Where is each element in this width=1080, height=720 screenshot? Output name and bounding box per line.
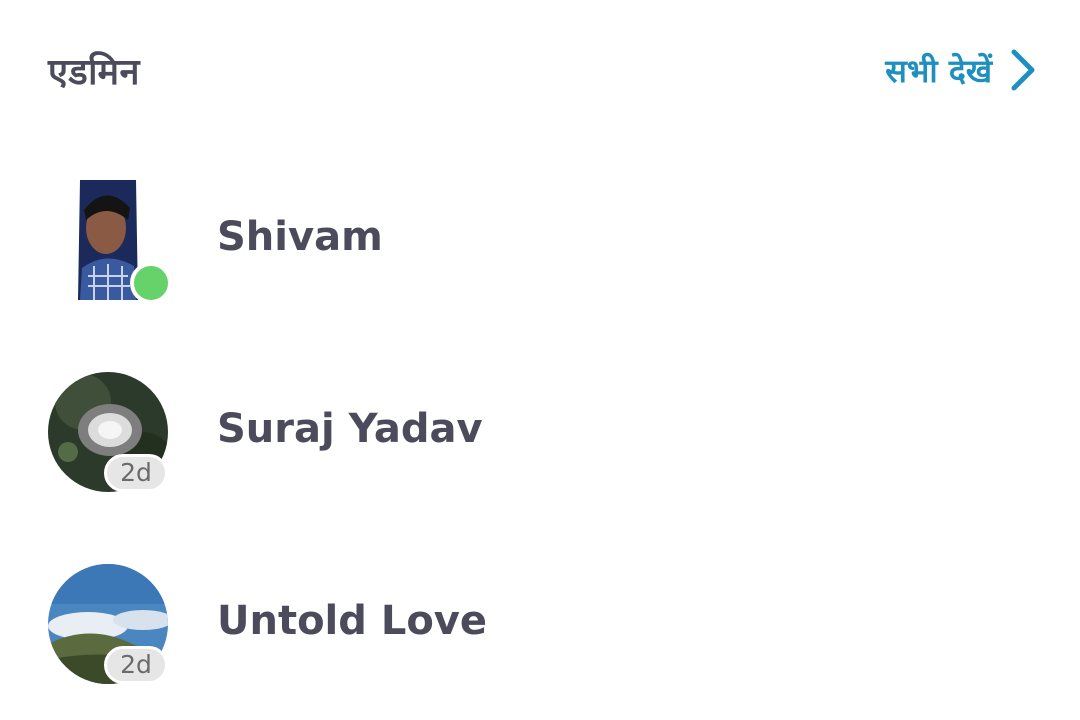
see-all-label: सभी देखें [885,51,992,90]
member-name: Suraj Yadav [217,406,483,452]
avatar [48,180,172,304]
last-active-badge: 2d [104,454,168,492]
section-header: एडमिन सभी देखें [0,0,1080,140]
member-row-suraj-yadav[interactable]: 2d Suraj Yadav [0,362,1080,502]
chevron-right-icon [1011,49,1035,91]
avatar: 2d [48,372,168,492]
member-name: Shivam [217,214,383,260]
see-all-button[interactable]: सभी देखें [885,48,1036,92]
admin-section: एडमिन सभी देखें Shivam 2d Suraj Yadav 2d… [0,0,1080,720]
last-active-badge: 2d [104,646,168,684]
avatar: 2d [48,564,168,684]
member-row-untold-love[interactable]: 2d Untold Love [0,554,1080,694]
online-status-dot [130,262,172,304]
member-row-shivam[interactable]: Shivam [0,170,1080,310]
member-name: Untold Love [217,598,487,644]
section-title: एडमिन [48,52,141,93]
